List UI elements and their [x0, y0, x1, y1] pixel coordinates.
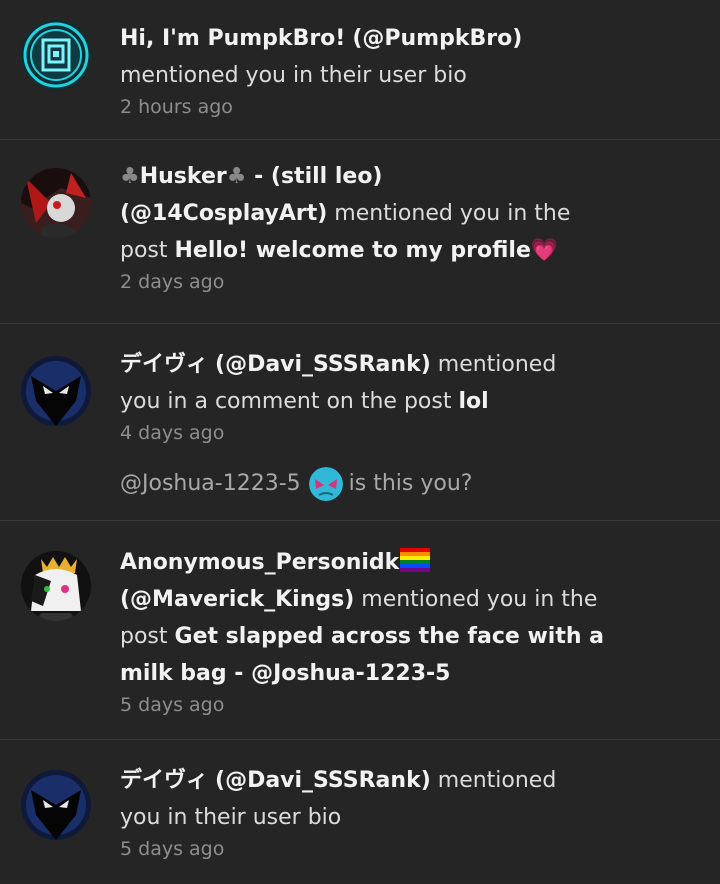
notification-item[interactable]: Hi, I'm PumpkBro! (@PumpkBro) mentioned …: [0, 0, 720, 140]
comment-text: is this you?: [348, 471, 473, 496]
notification-text: mentioned: [430, 352, 557, 377]
rainbow-flag-icon: [400, 547, 431, 572]
post-title-link[interactable]: milk bag - @Joshua-1223-5: [120, 661, 450, 686]
post-title-link[interactable]: Get slapped across the face with a: [175, 624, 605, 649]
club-icon: ♣: [120, 164, 140, 189]
notification-text: you in their user bio: [120, 805, 342, 830]
notification-item[interactable]: デイヴィ (@Davi_SSSRank) mentioned you in a …: [0, 324, 720, 521]
notification-text: mentioned you in the: [327, 201, 571, 226]
club-icon: ♣: [226, 164, 247, 189]
notification-text: mentioned you in their user bio: [120, 63, 467, 88]
comment-quote: @Joshua-1223-5 is this you?: [120, 467, 680, 501]
user-handle[interactable]: (@Maverick_Kings): [120, 587, 354, 612]
post-title-link[interactable]: Hello! welcome to my profile: [175, 238, 531, 263]
user-display-name-rest[interactable]: - (still leo): [246, 164, 382, 189]
timestamp: 2 days ago: [120, 271, 225, 293]
notification-text: mentioned: [430, 768, 557, 793]
notifications-list: Hi, I'm PumpkBro! (@PumpkBro) mentioned …: [0, 0, 720, 884]
user-handle[interactable]: (@PumpkBro): [352, 26, 522, 51]
notification-text: post: [120, 238, 175, 263]
avatar-davi-sssrank[interactable]: [21, 356, 91, 426]
notification-item[interactable]: デイヴィ (@Davi_SSSRank) mentioned you in th…: [0, 740, 720, 884]
notification-text: you in a comment on the post: [120, 389, 459, 414]
user-display-name[interactable]: デイヴィ: [120, 352, 208, 377]
notification-text: post: [120, 624, 175, 649]
user-handle[interactable]: (@Davi_SSSRank): [215, 352, 431, 377]
avatar-davi-sssrank[interactable]: [21, 770, 91, 840]
avatar-pumpkbro[interactable]: [21, 20, 91, 90]
user-handle[interactable]: (@14CosplayArt): [120, 201, 327, 226]
user-display-name[interactable]: Husker: [140, 164, 227, 189]
timestamp: 5 days ago: [120, 694, 225, 716]
notification-item[interactable]: Anonymous_Personidk (@Maverick_Kings) me…: [0, 521, 720, 740]
notification-item[interactable]: ♣Husker♣ - (still leo) (@14CosplayArt) m…: [0, 140, 720, 324]
user-handle[interactable]: (@Davi_SSSRank): [215, 768, 431, 793]
user-display-name[interactable]: Hi, I'm PumpkBro!: [120, 26, 345, 51]
avatar-maverick-kings[interactable]: [21, 551, 91, 621]
comment-mention[interactable]: @Joshua-1223-5: [120, 469, 301, 499]
notification-text: mentioned you in the: [354, 587, 598, 612]
timestamp: 5 days ago: [120, 838, 225, 860]
post-title-link[interactable]: lol: [458, 389, 488, 414]
pink-heart-icon: 💗: [530, 238, 559, 263]
user-display-name[interactable]: デイヴィ: [120, 768, 208, 793]
user-display-name[interactable]: Anonymous_Personidk: [120, 550, 399, 575]
avatar-14cosplayart[interactable]: [21, 168, 91, 238]
timestamp: 2 hours ago: [120, 96, 233, 118]
timestamp: 4 days ago: [120, 422, 225, 444]
mini-avatar: [308, 467, 343, 501]
